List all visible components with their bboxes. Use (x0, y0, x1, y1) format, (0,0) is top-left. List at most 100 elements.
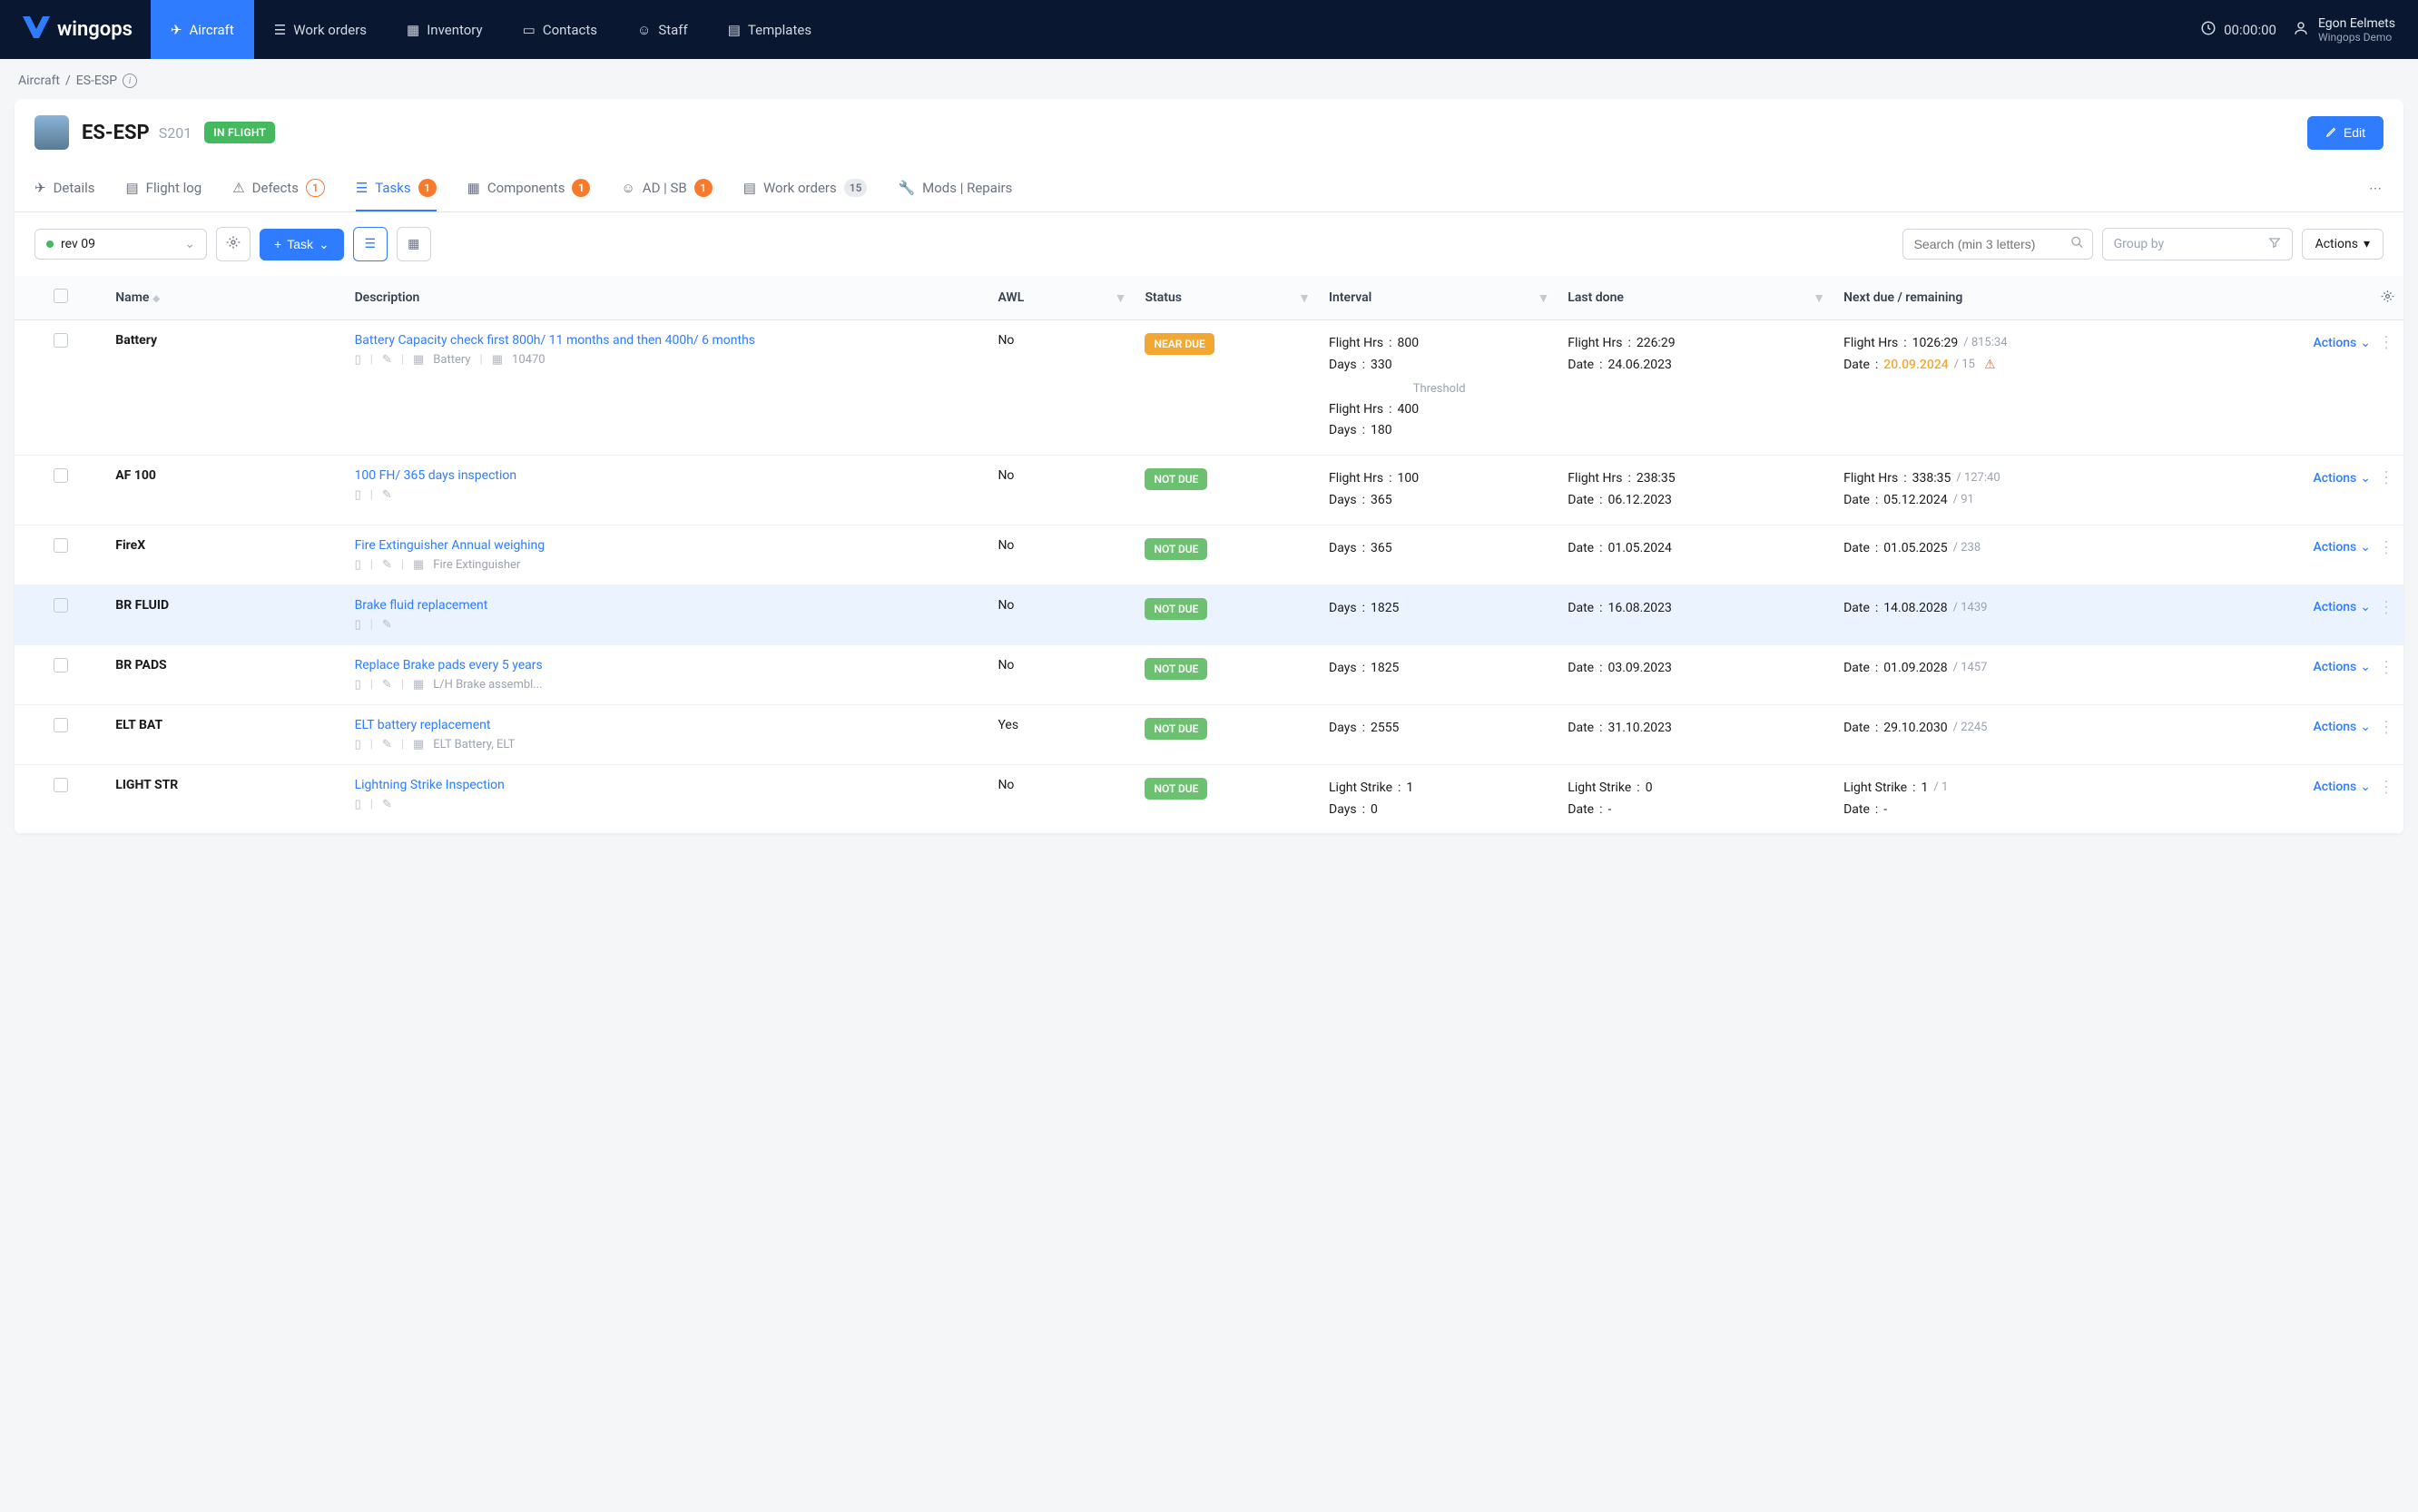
breadcrumb-root[interactable]: Aircraft (18, 74, 60, 88)
col-last[interactable]: Last done▼ (1558, 276, 1834, 320)
row-more-button[interactable]: ⋮ (2378, 718, 2394, 737)
edit-icon[interactable]: ✎ (382, 618, 392, 632)
row-actions-button[interactable]: Actions ⌄ (2314, 336, 2372, 350)
task-name: ELT BAT (115, 718, 162, 732)
settings-button[interactable] (216, 227, 251, 261)
awl-value: No (988, 764, 1135, 834)
task-description-link[interactable]: 100 FH/ 365 days inspection (355, 468, 980, 483)
tab-defects[interactable]: ⚠Defects1 (232, 166, 325, 211)
bulk-actions-button[interactable]: Actions ▾ (2302, 229, 2384, 260)
calendar-view-button[interactable]: ▦ (397, 227, 431, 261)
nav-work-orders[interactable]: ☰ Work orders (254, 0, 387, 59)
doc-icon[interactable]: ▯ (355, 558, 361, 572)
row-checkbox[interactable] (54, 333, 68, 348)
search-input[interactable] (1902, 229, 2093, 260)
status-badge: NOT DUE (1145, 658, 1207, 680)
filter-icon[interactable]: ▼ (1813, 290, 1825, 306)
group-by-select[interactable]: Group by (2102, 228, 2293, 260)
col-interval[interactable]: Interval▼ (1320, 276, 1558, 320)
edit-icon[interactable]: ✎ (382, 798, 392, 811)
row-more-button[interactable]: ⋮ (2378, 333, 2394, 352)
tab-tasks[interactable]: ☰Tasks1 (356, 166, 437, 211)
row-actions-button[interactable]: Actions ⌄ (2314, 600, 2372, 614)
row-checkbox[interactable] (54, 718, 68, 732)
task-description-link[interactable]: Lightning Strike Inspection (355, 778, 980, 792)
row-more-button[interactable]: ⋮ (2378, 468, 2394, 487)
nav-inventory[interactable]: ▦ Inventory (387, 0, 503, 59)
task-description-link[interactable]: Fire Extinguisher Annual weighing (355, 538, 980, 553)
add-task-button[interactable]: + Task ⌄ (260, 229, 344, 260)
gear-icon (226, 235, 241, 253)
doc-icon[interactable]: ▯ (355, 678, 361, 692)
tab-flight-log[interactable]: ▤Flight log (125, 167, 202, 211)
doc-icon[interactable]: ▯ (355, 618, 361, 632)
col-status[interactable]: Status▼ (1135, 276, 1320, 320)
row-checkbox[interactable] (54, 468, 68, 483)
filter-icon[interactable]: ▼ (1537, 290, 1549, 306)
main-panel: ES-ESP S201 IN FLIGHT Edit ✈Details ▤Fli… (15, 99, 2403, 834)
doc-icon: ▤ (125, 180, 138, 196)
nav-templates[interactable]: ▤ Templates (708, 0, 831, 59)
table-row: BR FLUID Brake fluid replacement ▯ | ✎ N… (15, 584, 2403, 644)
tab-adsb[interactable]: ☺AD | SB1 (621, 166, 712, 211)
logo[interactable]: wingops (23, 15, 133, 44)
row-more-button[interactable]: ⋮ (2378, 658, 2394, 677)
row-actions-button[interactable]: Actions ⌄ (2314, 720, 2372, 734)
row-checkbox[interactable] (54, 598, 68, 613)
tag-icon: ▦ (413, 738, 424, 751)
row-actions-button[interactable]: Actions ⌄ (2314, 780, 2372, 794)
chevron-down-icon: ⌄ (2360, 600, 2371, 614)
tab-work-orders[interactable]: ▤Work orders15 (743, 166, 868, 211)
filter-icon[interactable]: ▼ (1115, 290, 1127, 306)
tab-mods[interactable]: 🔧Mods | Repairs (898, 167, 1012, 211)
task-description-link[interactable]: Replace Brake pads every 5 years (355, 658, 980, 673)
nav-contacts[interactable]: ▭ Contacts (503, 0, 617, 59)
edit-icon[interactable]: ✎ (382, 678, 392, 692)
doc-icon[interactable]: ▯ (355, 488, 361, 502)
awl-value: No (988, 456, 1135, 525)
filter-icon[interactable]: ▼ (1298, 290, 1311, 306)
table-row: FireX Fire Extinguisher Annual weighing … (15, 525, 2403, 584)
info-icon[interactable]: i (123, 74, 137, 88)
tab-details[interactable]: ✈Details (34, 167, 94, 211)
edit-icon[interactable]: ✎ (382, 558, 392, 572)
task-description-link[interactable]: Battery Capacity check first 800h/ 11 mo… (355, 333, 980, 348)
aircraft-type: S201 (159, 124, 192, 142)
row-checkbox[interactable] (54, 538, 68, 553)
edit-icon[interactable]: ✎ (382, 488, 392, 502)
tag-icon: ▦ (413, 558, 424, 572)
tab-more[interactable]: ⋯ (2369, 182, 2384, 196)
list-view-button[interactable]: ☰ (353, 227, 388, 261)
row-actions-button[interactable]: Actions ⌄ (2314, 660, 2372, 674)
edit-icon[interactable]: ✎ (382, 738, 392, 751)
doc-icon[interactable]: ▯ (355, 738, 361, 751)
col-awl[interactable]: AWL▼ (988, 276, 1135, 320)
select-all-checkbox[interactable] (54, 289, 68, 303)
row-more-button[interactable]: ⋮ (2378, 538, 2394, 557)
row-more-button[interactable]: ⋮ (2378, 778, 2394, 797)
sort-icon: ◆ (152, 294, 160, 304)
table-settings-button[interactable] (2381, 292, 2394, 307)
row-checkbox[interactable] (54, 778, 68, 792)
nav-aircraft[interactable]: ✈ Aircraft (151, 0, 254, 59)
tab-components[interactable]: ▦Components1 (467, 166, 591, 211)
status-badge: NEAR DUE (1145, 333, 1214, 355)
row-more-button[interactable]: ⋮ (2378, 598, 2394, 617)
revision-select[interactable]: rev 09 ⌄ (34, 229, 207, 260)
nav-staff[interactable]: ☺ Staff (617, 0, 708, 59)
task-description-link[interactable]: ELT battery replacement (355, 718, 980, 732)
chevron-down-icon: ⌄ (2360, 720, 2371, 734)
user-menu[interactable]: Egon Eelmets Wingops Demo (2293, 16, 2395, 44)
task-description-link[interactable]: Brake fluid replacement (355, 598, 980, 613)
row-actions-button[interactable]: Actions ⌄ (2314, 540, 2372, 555)
aircraft-reg: ES-ESP (82, 122, 150, 144)
col-name[interactable]: Name◆ (106, 276, 345, 320)
edit-icon[interactable]: ✎ (382, 353, 392, 367)
breadcrumb: Aircraft / ES-ESP i (0, 59, 2418, 99)
edit-button[interactable]: Edit (2307, 116, 2384, 150)
doc-icon[interactable]: ▯ (355, 798, 361, 811)
warning-icon: ⚠ (1984, 355, 1996, 377)
row-actions-button[interactable]: Actions ⌄ (2314, 471, 2372, 486)
doc-icon[interactable]: ▯ (355, 353, 361, 367)
row-checkbox[interactable] (54, 658, 68, 673)
